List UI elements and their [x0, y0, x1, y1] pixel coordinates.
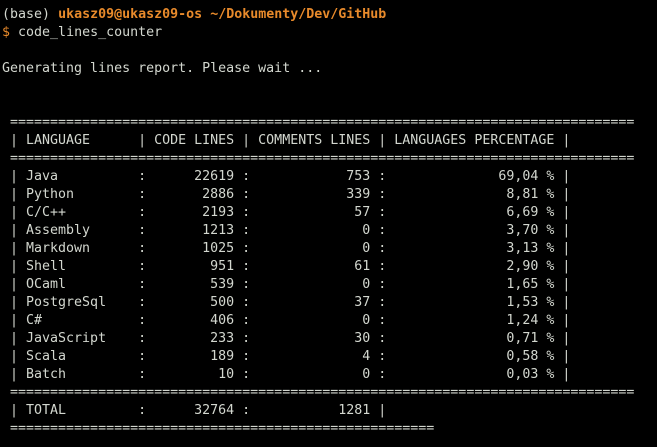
terminal-window[interactable]: (base) ukasz09@ukasz09-os ~/Dokumenty/De…	[2, 6, 657, 447]
table-separator-header: ========================================…	[2, 151, 635, 166]
table-header: | LANGUAGE | CODE LINES | COMMENTS LINES…	[2, 133, 571, 148]
conda-env: (base)	[2, 7, 51, 22]
table-row: | PostgreSql : 500 : 37 : 1,53 % |	[2, 295, 571, 310]
prompt-line: (base) ukasz09@ukasz09-os ~/Dokumenty/De…	[2, 6, 386, 24]
table-row: | C/C++ : 2193 : 57 : 6,69 % |	[2, 205, 571, 220]
table-row: | JavaScript : 233 : 30 : 0,71 % |	[2, 331, 571, 346]
prompt-symbol: $	[2, 25, 11, 40]
table-row: | Scala : 189 : 4 : 0,58 % |	[2, 349, 571, 364]
table-row: | C# : 406 : 0 : 1,24 % |	[2, 313, 571, 328]
table-row: | Java : 22619 : 753 : 69,04 % |	[2, 169, 571, 184]
table-row: | Assembly : 1213 : 0 : 3,70 % |	[2, 223, 571, 238]
table-row: | Batch : 10 : 0 : 0,03 % |	[2, 367, 571, 382]
table-total-row: | TOTAL : 32764 : 1281 |	[2, 403, 387, 418]
status-message: Generating lines report. Please wait ...	[2, 61, 323, 76]
table-row: | OCaml : 539 : 0 : 1,65 % |	[2, 277, 571, 292]
table-separator-top: ========================================…	[2, 115, 635, 130]
user-host: ukasz09@ukasz09-os	[58, 7, 203, 22]
command-text: code_lines_counter	[18, 25, 163, 40]
command-line: $ code_lines_counter	[2, 24, 162, 42]
table-row: | Python : 2886 : 339 : 8,81 % |	[2, 187, 571, 202]
current-directory: ~/Dokumenty/Dev/GitHub	[210, 7, 387, 22]
table-row: | Markdown : 1025 : 0 : 3,13 % |	[2, 241, 571, 256]
table-separator-total: ========================================…	[2, 421, 435, 436]
table-separator-bottom: ========================================…	[2, 385, 635, 400]
table-row: | Shell : 951 : 61 : 2,90 % |	[2, 259, 571, 274]
